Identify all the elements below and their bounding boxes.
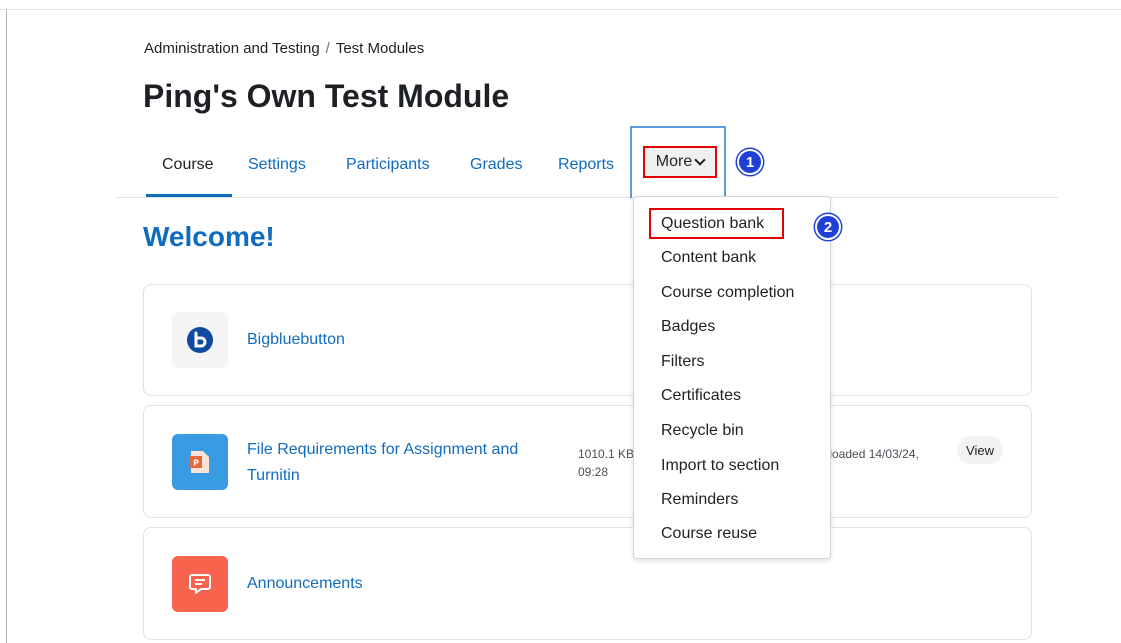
section-heading: Welcome! bbox=[143, 221, 275, 252]
menu-item-content-bank[interactable]: Content bank bbox=[661, 249, 756, 267]
tabs-divider bbox=[117, 197, 1058, 198]
tab-settings[interactable]: Settings bbox=[248, 156, 306, 174]
breadcrumb-separator: / bbox=[325, 40, 330, 57]
menu-item-course-reuse[interactable]: Course reuse bbox=[661, 525, 757, 543]
page-title: Ping's Own Test Module bbox=[143, 78, 510, 114]
browser-top-edge bbox=[0, 0, 1121, 10]
menu-item-recycle-bin[interactable]: Recycle bin bbox=[661, 422, 744, 440]
tab-participants[interactable]: Participants bbox=[346, 156, 430, 174]
question-bank-highlight-box bbox=[649, 208, 784, 239]
menu-item-badges[interactable]: Badges bbox=[661, 318, 715, 336]
step-badge-2: 2 bbox=[815, 214, 841, 240]
view-button[interactable]: View bbox=[957, 436, 1003, 464]
menu-item-reminders[interactable]: Reminders bbox=[661, 491, 738, 509]
file-size: 1010.1 KB bbox=[578, 447, 635, 461]
tab-reports[interactable]: Reports bbox=[558, 156, 614, 174]
file-meta: 1010.1 KB 09:28 bbox=[578, 445, 634, 481]
menu-item-filters[interactable]: Filters bbox=[661, 353, 705, 371]
activity-link-bigbluebutton[interactable]: Bigbluebutton bbox=[247, 327, 345, 353]
window-left-edge bbox=[6, 10, 7, 643]
activity-card-announcements: Announcements bbox=[143, 527, 1032, 640]
menu-item-certificates[interactable]: Certificates bbox=[661, 387, 741, 405]
tab-grades[interactable]: Grades bbox=[470, 156, 522, 174]
activity-link-file[interactable]: File Requirements for Assignment and Tur… bbox=[247, 437, 547, 489]
activity-title-line-1: File Requirements for Assignment and bbox=[247, 441, 519, 458]
activity-title-line-2: Turnitin bbox=[247, 467, 300, 484]
activity-card-bigbluebutton: Bigbluebutton bbox=[143, 284, 1032, 396]
breadcrumb-item-administration[interactable]: Administration and Testing bbox=[144, 40, 320, 57]
breadcrumb: Administration and Testing / Test Modules bbox=[144, 40, 424, 57]
more-dropdown-menu: Question bank Content bank Course comple… bbox=[633, 196, 831, 559]
step-badge-1: 1 bbox=[737, 149, 763, 175]
more-menu-button[interactable]: More bbox=[643, 146, 717, 178]
svg-text:P: P bbox=[193, 459, 199, 468]
menu-item-import-to-section[interactable]: Import to section bbox=[661, 457, 779, 475]
menu-item-course-completion[interactable]: Course completion bbox=[661, 284, 794, 302]
breadcrumb-item-test-modules[interactable]: Test Modules bbox=[336, 40, 424, 57]
powerpoint-file-icon: P bbox=[172, 434, 228, 490]
activity-card-file: P File Requirements for Assignment and T… bbox=[143, 405, 1032, 518]
forum-icon bbox=[172, 556, 228, 612]
bigbluebutton-icon bbox=[172, 312, 228, 368]
chevron-down-icon bbox=[694, 154, 706, 166]
activity-link-announcements[interactable]: Announcements bbox=[247, 571, 363, 597]
more-label: More bbox=[655, 153, 693, 170]
upload-time: 09:28 bbox=[578, 465, 609, 479]
tab-course[interactable]: Course bbox=[162, 156, 214, 174]
